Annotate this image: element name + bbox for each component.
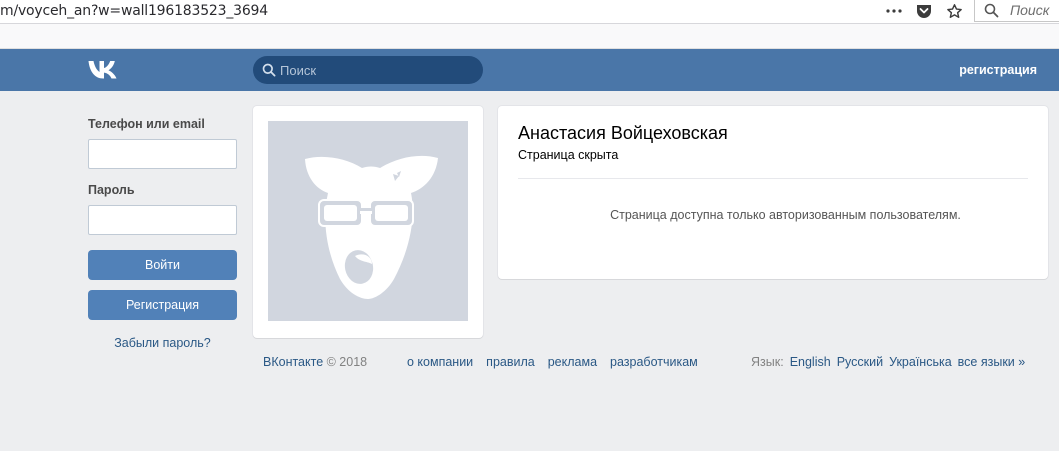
browser-toolbar: m/voyceh_an?w=wall196183523_3694 Поиск [0,0,1059,24]
pocket-icon[interactable] [914,1,934,21]
search-icon [262,63,276,80]
footer-brand: ВКонтакте [263,355,324,369]
language-ukrainian[interactable]: Українська [889,355,952,369]
browser-toolbar-strip [0,24,1059,49]
search-icon [984,3,999,21]
url-path: /voyceh_an?w=wall196183523_3694 [13,3,268,19]
language-russian[interactable]: Русский [837,355,883,369]
footer-year: © 2018 [323,355,368,369]
password-label: Пароль [88,183,135,197]
footer-languages: Язык: English Русский Українська все язы… [751,355,1025,369]
avatar-card [253,106,483,338]
browser-page-actions [884,1,964,21]
footer-link-rules[interactable]: правила [486,355,535,369]
profile-status: Страница скрыта [518,148,619,162]
profile-name: Анастасия Войцеховская [518,123,728,143]
header-register-link[interactable]: регистрация [959,63,1037,77]
profile-card: Анастасия Войцеховская Страница скрыта С… [498,106,1048,279]
language-all[interactable]: все языки » [958,355,1026,369]
divider [518,178,1028,179]
address-bar[interactable]: m/voyceh_an?w=wall196183523_3694 [0,3,268,19]
register-button[interactable]: Регистрация [88,290,237,320]
default-avatar-dog-icon [305,155,438,299]
vk-logo-icon[interactable] [87,58,122,80]
forgot-password-link[interactable]: Забыли пароль? [88,336,237,350]
phone-email-field[interactable] [88,139,237,169]
browser-search-placeholder: Поиск [1010,2,1050,18]
language-label: Язык: [751,355,784,369]
phone-label: Телефон или email [88,117,205,131]
avatar [268,121,468,321]
site-header: регистрация [0,49,1059,91]
login-button[interactable]: Войти [88,250,237,280]
footer-copyright: ВКонтакте © 2018 [263,355,367,369]
footer-links: о компании правила реклама разработчикам [407,355,698,369]
footer-link-ads[interactable]: реклама [548,355,597,369]
footer-link-about[interactable]: о компании [407,355,473,369]
url-prefix: m [0,3,14,19]
language-english[interactable]: English [790,355,831,369]
password-field[interactable] [88,205,237,235]
browser-search-field[interactable]: Поиск [974,0,1059,22]
footer-link-developers[interactable]: разработчикам [610,355,698,369]
bookmark-star-icon[interactable] [944,1,964,21]
site-search-input[interactable] [280,61,470,79]
access-notice: Страница доступна только авторизованным … [610,208,961,222]
more-icon[interactable] [884,1,904,21]
site-search[interactable] [253,56,483,84]
